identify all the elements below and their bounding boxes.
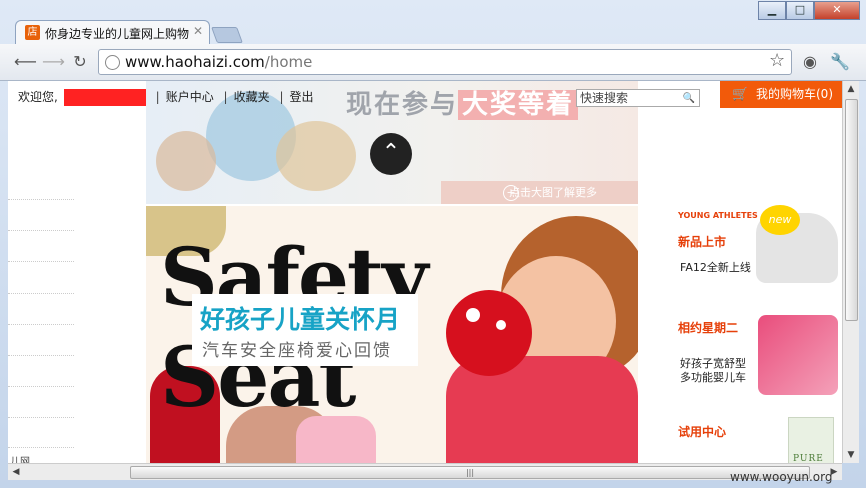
horizontal-scroll-thumb[interactable]: ||| (130, 466, 810, 479)
safety-seat-banner[interactable]: Safety Seat 好孩子儿童关怀月 汽车安全座椅爱心回馈 (146, 206, 638, 463)
cart-label: 我的购物车(0) (756, 87, 833, 101)
hero-image-skin (156, 131, 216, 191)
vertical-scrollbar[interactable]: ▲ ▼ (842, 81, 859, 463)
maximize-button[interactable]: □ (786, 1, 814, 20)
left-bottom-text: 儿网 (10, 457, 30, 463)
pure-bottle-image: PURE (788, 417, 834, 463)
favorites-link[interactable]: 收藏夹 (234, 90, 270, 104)
new-badge: new (760, 205, 800, 235)
scroll-left-arrow-icon[interactable]: ◀ (8, 464, 24, 480)
pure-label: PURE (793, 454, 824, 463)
banner-title: 好孩子儿童关怀月 (200, 305, 401, 334)
nav-separator: | (223, 90, 228, 104)
hero-more-label: 点击大图了解更多 (509, 186, 597, 199)
ball-dot (496, 320, 506, 330)
account-link[interactable]: 账户中心 (166, 90, 214, 104)
forward-icon[interactable]: ⟶ (42, 52, 65, 72)
cart-button[interactable]: 🛒 我的购物车(0) (720, 81, 842, 108)
vertical-scroll-thumb[interactable] (845, 99, 858, 321)
extension-globe-icon[interactable]: ◉ (800, 52, 820, 72)
side-ad-tuesday[interactable]: 相约星期二 好孩子宽舒型 多功能婴儿车 (670, 309, 842, 395)
side-ad-new-arrival[interactable]: YOUNG ATHLETES 新品上市 FA12全新上线 new (670, 205, 842, 291)
globe-icon (105, 55, 120, 70)
cart-icon: 🛒 (732, 87, 749, 102)
scroll-up-button[interactable]: ⌃ (370, 133, 412, 175)
redacted-username (63, 89, 146, 106)
close-window-button[interactable]: ✕ (814, 1, 860, 20)
page-viewport: 现在参与 大奖等着 + 点击大图了解更多 欢迎您, | 账户中心 | 收藏夹 | 登出 … (8, 81, 842, 463)
url-host: www.haohaizi.com (125, 53, 265, 71)
wrench-icon[interactable]: 🔧 (830, 52, 850, 72)
side-ad-text-line1: 好孩子宽舒型 (680, 357, 746, 370)
nav-separator: | (279, 90, 284, 104)
side-ad-text-line2: 多功能婴儿车 (680, 371, 746, 384)
back-icon[interactable]: ⟵ (14, 52, 37, 72)
welcome-text: 欢迎您, (18, 90, 58, 104)
hero-more-link[interactable]: + 点击大图了解更多 (441, 181, 638, 204)
scroll-up-arrow-icon[interactable]: ▲ (843, 81, 859, 97)
young-athletes-logo: YOUNG ATHLETES (678, 211, 758, 220)
banner-text-panel: 好孩子儿童关怀月 汽车安全座椅爱心回馈 (192, 294, 418, 366)
quick-search-input[interactable]: 快速搜索 🔍 (576, 89, 700, 107)
hero-image-tan (276, 121, 356, 191)
browser-toolbar: ⟵ ⟶ ↻ www.haohaizi.com/home ☆ ◉ 🔧 (0, 44, 866, 81)
side-ad-trial-center[interactable]: 试用中心 PURE (670, 413, 842, 463)
reload-icon[interactable]: ↻ (70, 52, 90, 72)
logout-link[interactable]: 登出 (289, 90, 313, 104)
hero-text-a: 现在参与 (346, 90, 459, 120)
hero-text-b: 大奖等着 (458, 90, 579, 120)
tab-close-icon[interactable]: ✕ (193, 24, 203, 38)
top-nav: 欢迎您, | 账户中心 | 收藏夹 | 登出 (18, 88, 320, 106)
side-ad-heading: 相约星期二 (678, 321, 739, 335)
address-bar[interactable]: www.haohaizi.com/home ☆ (98, 49, 792, 75)
browser-window: ▁ □ ✕ 店 你身边专业的儿童网上购物 ✕ ⟵ ⟶ ↻ www.haohaiz… (0, 0, 866, 488)
banner-subtitle: 汽车安全座椅爱心回馈 (202, 341, 392, 361)
side-ad-heading: 新品上市 (678, 235, 727, 249)
bookmark-star-icon[interactable]: ☆ (769, 50, 785, 71)
stroller-image (758, 315, 838, 395)
search-icon[interactable]: 🔍 (683, 91, 695, 107)
horizontal-scrollbar[interactable]: ◀ ||| ▶ (8, 463, 842, 480)
plus-icon: + (503, 185, 519, 201)
window-controls: ▁ □ ✕ (758, 1, 860, 20)
side-ad-text: FA12全新上线 (680, 261, 751, 274)
nav-separator: | (155, 90, 160, 104)
side-ad-heading: 试用中心 (678, 425, 727, 439)
search-placeholder: 快速搜索 (580, 91, 629, 105)
new-tab-button[interactable] (211, 27, 243, 43)
browser-tab[interactable]: 店 你身边专业的儿童网上购物 ✕ (15, 20, 210, 45)
watermark: www.wooyun.org (730, 470, 833, 484)
minimize-button[interactable]: ▁ (758, 1, 786, 20)
banner-ball (446, 290, 532, 376)
ball-dot (466, 308, 480, 322)
scroll-down-arrow-icon[interactable]: ▼ (843, 447, 859, 463)
tab-title: 你身边专业的儿童网上购物 (45, 27, 190, 41)
favicon-icon: 店 (25, 25, 40, 40)
url-path: /home (264, 53, 313, 71)
url-text: www.haohaizi.com/home (125, 53, 312, 71)
hero-headline: 现在参与 大奖等着 (346, 84, 579, 121)
